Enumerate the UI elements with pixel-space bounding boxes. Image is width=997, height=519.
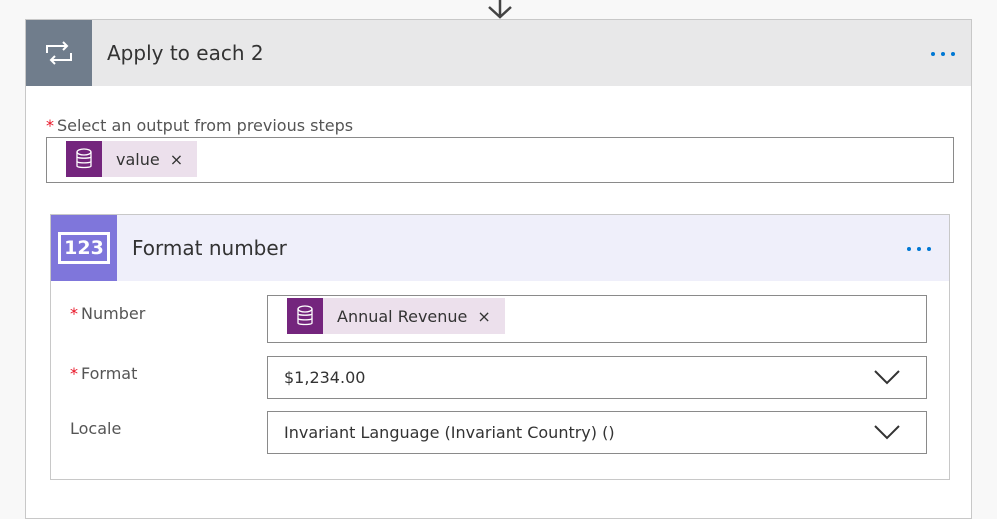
apply-to-each-card: Apply to each 2 * Select an output from p… — [25, 19, 972, 519]
token-annual-revenue[interactable]: Annual Revenue × — [287, 298, 505, 334]
required-marker: * — [46, 116, 54, 135]
database-icon — [66, 141, 102, 177]
required-marker: * — [70, 364, 78, 383]
chevron-down-icon[interactable] — [874, 369, 900, 385]
locale-label: Locale — [70, 419, 122, 438]
number-badge: 123 — [58, 232, 110, 264]
locale-value: Invariant Language (Invariant Country) (… — [284, 423, 615, 442]
card-title: Apply to each 2 — [107, 41, 264, 65]
number-input[interactable]: Annual Revenue × — [267, 295, 927, 343]
database-icon — [287, 298, 323, 334]
token-label: Annual Revenue — [337, 306, 468, 326]
close-icon[interactable]: × — [170, 150, 183, 169]
number-label: * Number — [70, 304, 145, 323]
token-value[interactable]: value × — [66, 141, 198, 177]
more-options-icon[interactable] — [907, 247, 931, 251]
loop-icon — [26, 20, 92, 86]
card-title: Format number — [132, 236, 287, 260]
arrow-down-icon — [488, 0, 512, 19]
format-value: $1,234.00 — [284, 368, 366, 387]
format-number-header[interactable]: 123 Format number — [51, 215, 949, 281]
select-output-input[interactable]: value × — [46, 137, 954, 183]
close-icon[interactable]: × — [477, 307, 490, 326]
format-label: * Format — [70, 364, 137, 383]
more-options-icon[interactable] — [931, 52, 955, 56]
token-label: value — [116, 149, 160, 169]
required-marker: * — [70, 304, 78, 323]
format-dropdown[interactable]: $1,234.00 — [267, 356, 927, 399]
chevron-down-icon[interactable] — [874, 424, 900, 440]
apply-to-each-header[interactable]: Apply to each 2 — [26, 20, 971, 86]
locale-dropdown[interactable]: Invariant Language (Invariant Country) (… — [267, 411, 927, 454]
number-format-icon: 123 — [51, 215, 117, 281]
select-output-label: * Select an output from previous steps — [46, 116, 353, 135]
number-label-text: Number — [81, 304, 146, 323]
format-label-text: Format — [81, 364, 138, 383]
select-output-label-text: Select an output from previous steps — [57, 116, 354, 135]
format-number-card: 123 Format number * Number Annual Revenue… — [50, 214, 950, 480]
